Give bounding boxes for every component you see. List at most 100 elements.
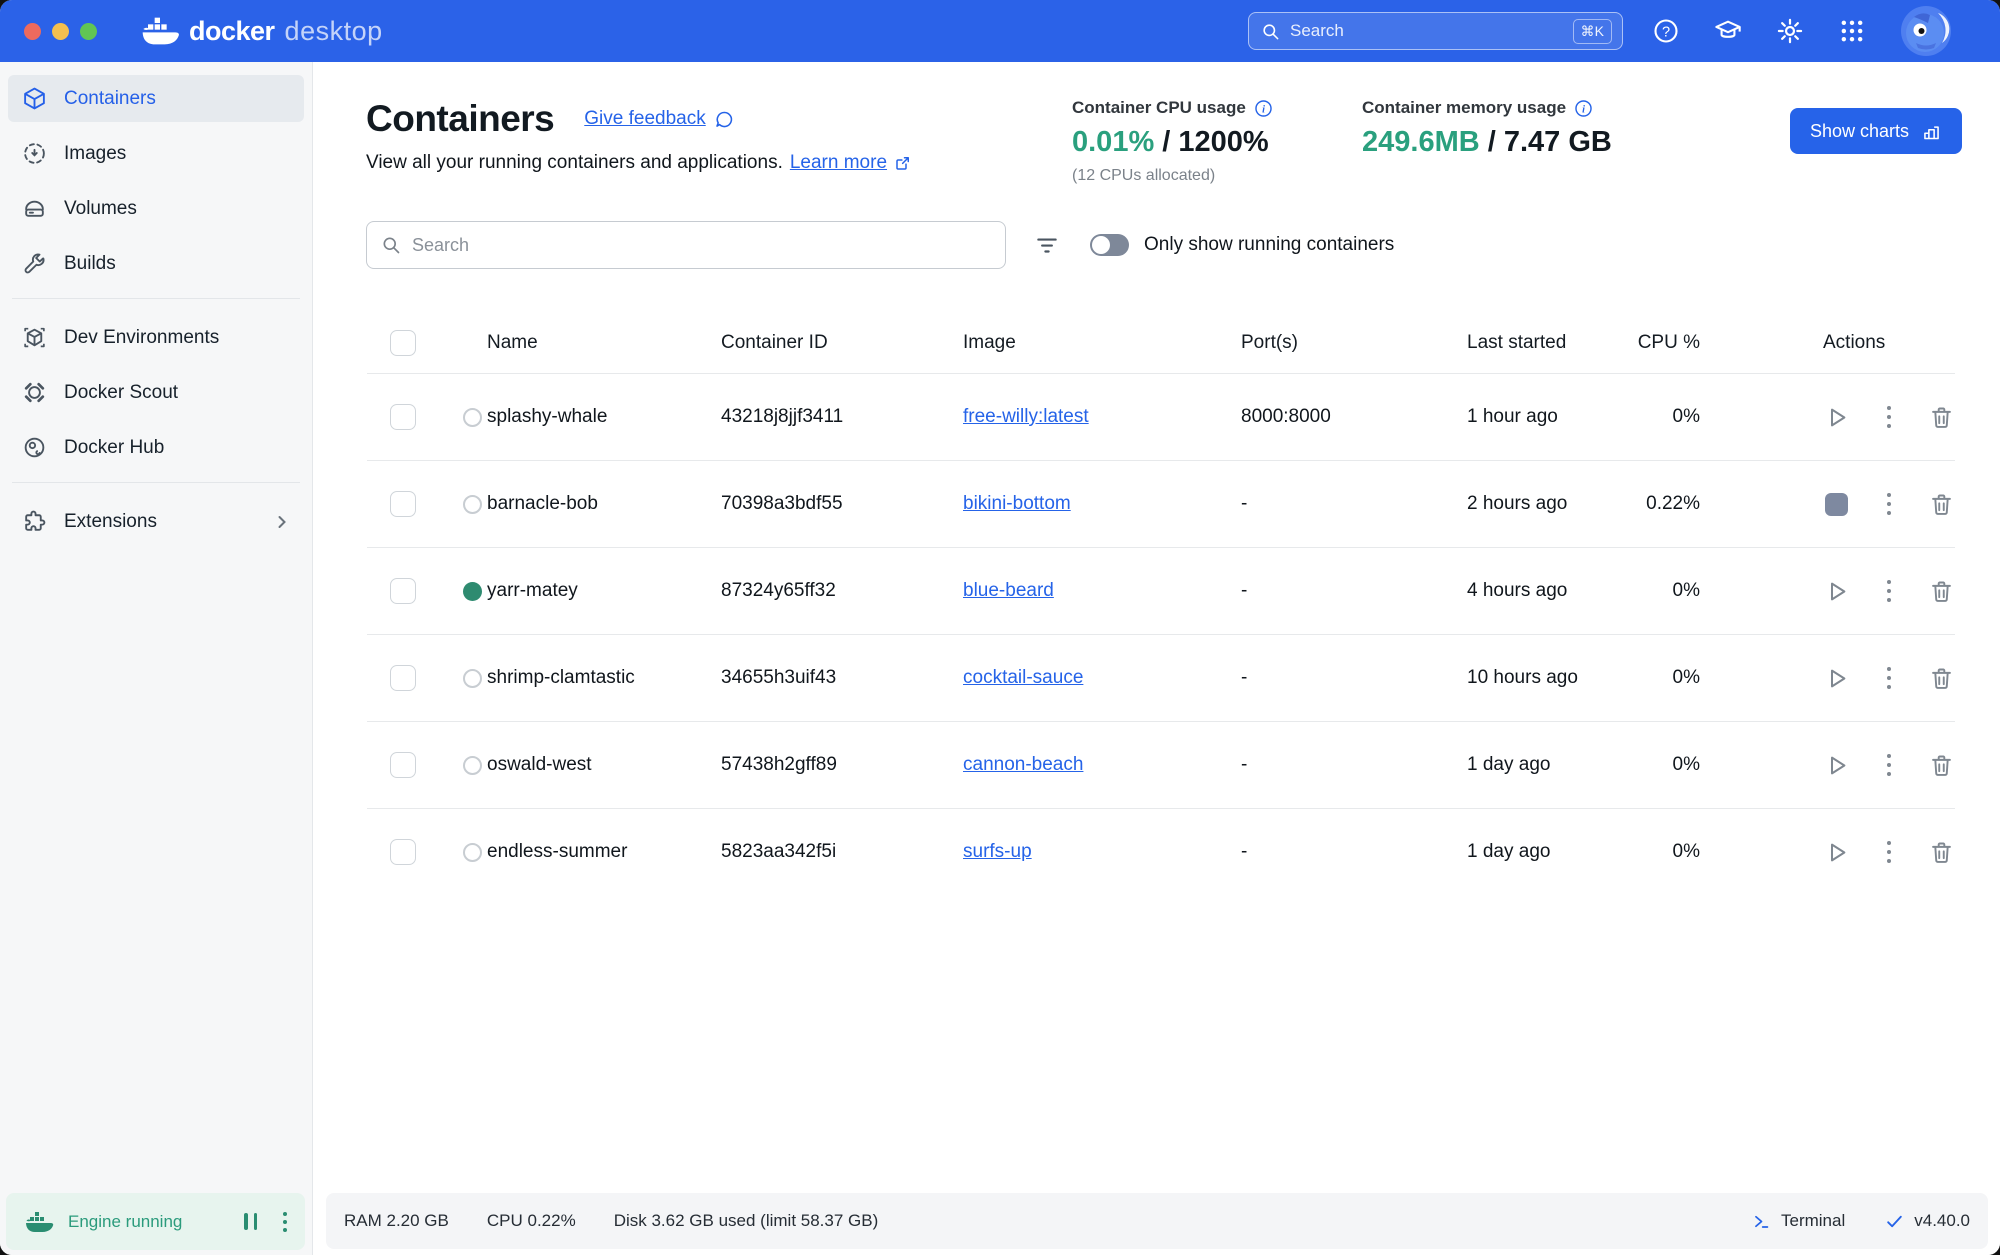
start-container-button[interactable] <box>1823 404 1850 431</box>
running-only-toggle[interactable] <box>1090 234 1129 256</box>
column-header-container-id[interactable]: Container ID <box>721 332 963 354</box>
row-menu-button[interactable] <box>1876 665 1903 692</box>
apps-grid-icon[interactable] <box>1838 17 1866 45</box>
actions-header-label: Actions <box>1823 332 1885 354</box>
row-menu-button[interactable] <box>1876 404 1903 431</box>
row-checkbox[interactable] <box>390 578 416 604</box>
avatar[interactable] <box>1900 5 1952 57</box>
table-row: endless-summer 5823aa342f5i surfs-up - 1… <box>367 808 1955 895</box>
global-search-input[interactable] <box>1290 21 1573 41</box>
column-header-name[interactable]: Name <box>487 332 721 354</box>
container-id: 57438h2gff89 <box>721 754 963 776</box>
sidebar-divider <box>12 482 300 483</box>
terminal-label: Terminal <box>1781 1211 1845 1231</box>
sidebar-item-containers[interactable]: Containers <box>8 75 304 122</box>
images-icon <box>22 141 47 166</box>
row-checkbox[interactable] <box>390 665 416 691</box>
maximize-window-button[interactable] <box>80 23 97 40</box>
global-search[interactable]: ⌘K <box>1248 12 1623 50</box>
docker-whale-icon <box>139 15 181 47</box>
row-checkbox[interactable] <box>390 491 416 517</box>
delete-container-button[interactable] <box>1928 752 1955 779</box>
column-header-image[interactable]: Image <box>963 332 1241 354</box>
table-header-row: Name Container ID Image Port(s) Last sta… <box>367 312 1955 373</box>
delete-container-button[interactable] <box>1928 665 1955 692</box>
sidebar-item-label: Extensions <box>64 511 157 533</box>
engine-menu-icon[interactable] <box>283 1212 287 1232</box>
start-container-button[interactable] <box>1823 839 1850 866</box>
sidebar-item-builds[interactable]: Builds <box>8 240 304 287</box>
last-started: 1 day ago <box>1467 754 1617 776</box>
close-window-button[interactable] <box>24 23 41 40</box>
cpu-usage-stat: Container CPU usage i 0.01% / 1200% (12 … <box>1072 98 1273 185</box>
row-menu-button[interactable] <box>1876 491 1903 518</box>
container-name: splashy-whale <box>487 406 721 428</box>
row-menu-button[interactable] <box>1876 578 1903 605</box>
status-dot <box>463 495 482 514</box>
delete-container-button[interactable] <box>1928 404 1955 431</box>
row-checkbox[interactable] <box>390 404 416 430</box>
sidebar-item-docker-hub[interactable]: Docker Hub <box>8 424 304 471</box>
sidebar-item-docker-scout[interactable]: Docker Scout <box>8 369 304 416</box>
pause-engine-button[interactable] <box>244 1213 257 1230</box>
cpu-allocation-note: (12 CPUs allocated) <box>1072 167 1273 185</box>
row-checkbox[interactable] <box>390 839 416 865</box>
give-feedback-link[interactable]: Give feedback <box>584 108 734 130</box>
column-header-last-started[interactable]: Last started <box>1467 332 1617 354</box>
image-link[interactable]: cocktail-sauce <box>963 667 1083 688</box>
builds-icon <box>22 251 47 276</box>
start-container-button[interactable] <box>1823 578 1850 605</box>
container-search-input[interactable] <box>412 235 991 256</box>
row-checkbox[interactable] <box>390 752 416 778</box>
image-link[interactable]: surfs-up <box>963 841 1032 862</box>
table-row: shrimp-clamtastic 34655h3uif43 cocktail-… <box>367 634 1955 721</box>
filter-icon[interactable] <box>1034 232 1060 258</box>
delete-container-button[interactable] <box>1928 578 1955 605</box>
stop-container-button[interactable] <box>1823 491 1850 518</box>
trash-icon <box>1928 665 1955 692</box>
version-status[interactable]: v4.40.0 <box>1885 1211 1970 1231</box>
sidebar-item-volumes[interactable]: Volumes <box>8 185 304 232</box>
container-id: 43218j8jjf3411 <box>721 406 963 428</box>
learning-center-icon[interactable] <box>1714 17 1742 45</box>
help-icon[interactable]: ? <box>1652 17 1680 45</box>
column-header-ports[interactable]: Port(s) <box>1241 332 1467 354</box>
engine-status-label: Engine running <box>68 1212 182 1232</box>
status-bar: RAM 2.20 GB CPU 0.22% Disk 3.62 GB used … <box>326 1193 1988 1249</box>
select-all-checkbox[interactable] <box>390 330 416 356</box>
show-charts-label: Show charts <box>1810 121 1909 142</box>
settings-icon[interactable] <box>1776 17 1804 45</box>
delete-container-button[interactable] <box>1928 491 1955 518</box>
start-container-button[interactable] <box>1823 752 1850 779</box>
trash-icon <box>1928 491 1955 518</box>
sidebar-item-dev-environments[interactable]: Dev Environments <box>8 314 304 361</box>
column-header-cpu[interactable]: CPU % <box>1617 332 1700 354</box>
chevron-right-icon <box>274 514 290 530</box>
terminal-icon <box>1752 1212 1771 1231</box>
image-link[interactable]: free-willy:latest <box>963 406 1089 427</box>
learn-more-link[interactable]: Learn more <box>790 152 887 174</box>
table-row: barnacle-bob 70398a3bdf55 bikini-bottom … <box>367 460 1955 547</box>
cpu-percent: 0% <box>1617 754 1700 776</box>
info-icon[interactable]: i <box>1574 99 1593 118</box>
terminal-button[interactable]: Terminal <box>1752 1211 1845 1231</box>
info-icon[interactable]: i <box>1254 99 1273 118</box>
docker-scout-icon <box>22 380 47 405</box>
minimize-window-button[interactable] <box>52 23 69 40</box>
memory-usage-limit: / 7.47 GB <box>1480 126 1612 158</box>
image-link[interactable]: bikini-bottom <box>963 493 1071 514</box>
sidebar-item-extensions[interactable]: Extensions <box>8 498 304 545</box>
sidebar-item-images[interactable]: Images <box>8 130 304 177</box>
delete-container-button[interactable] <box>1928 839 1955 866</box>
image-link[interactable]: cannon-beach <box>963 754 1083 775</box>
row-menu-button[interactable] <box>1876 839 1903 866</box>
container-search[interactable] <box>366 221 1006 269</box>
cpu-usage-value: 0.01% <box>1072 126 1154 158</box>
engine-status[interactable]: Engine running <box>6 1193 305 1250</box>
row-menu-button[interactable] <box>1876 752 1903 779</box>
show-charts-button[interactable]: Show charts <box>1790 108 1962 154</box>
start-container-button[interactable] <box>1823 665 1850 692</box>
brand-desktop: desktop <box>285 16 383 47</box>
container-ports: - <box>1241 493 1467 515</box>
image-link[interactable]: blue-beard <box>963 580 1054 601</box>
